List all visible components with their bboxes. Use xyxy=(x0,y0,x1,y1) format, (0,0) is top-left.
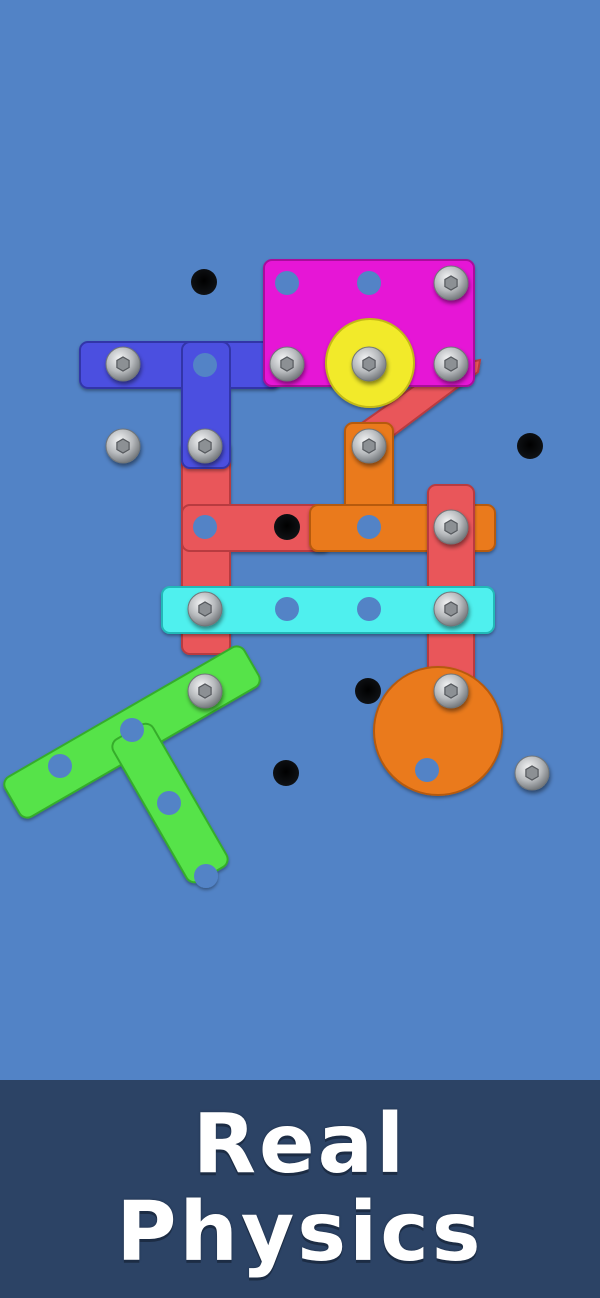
screw-icon[interactable] xyxy=(187,591,223,627)
screw-icon[interactable] xyxy=(433,509,469,545)
board-hole[interactable] xyxy=(274,514,300,540)
screw-icon[interactable] xyxy=(351,428,387,464)
board-hole[interactable] xyxy=(517,433,543,459)
screw-icon[interactable] xyxy=(433,591,469,627)
board-hole[interactable] xyxy=(273,760,299,786)
screw-icon[interactable] xyxy=(514,755,550,791)
caption-banner: Real Physics xyxy=(0,1080,600,1298)
screw-icon[interactable] xyxy=(433,673,469,709)
plate-hole xyxy=(275,597,299,621)
board-hole[interactable] xyxy=(355,678,381,704)
screw-icon[interactable] xyxy=(433,346,469,382)
green-plate[interactable] xyxy=(1,643,263,888)
caption-line-2: Physics xyxy=(116,1185,484,1280)
plate-hole xyxy=(357,597,381,621)
screw-icon[interactable] xyxy=(351,346,387,382)
screw-icon[interactable] xyxy=(187,673,223,709)
caption-line-1: Real xyxy=(192,1097,408,1192)
plate-hole xyxy=(275,271,299,295)
plate-hole xyxy=(357,271,381,295)
plate-hole xyxy=(193,353,217,377)
screw-icon[interactable] xyxy=(433,265,469,301)
board-hole[interactable] xyxy=(191,269,217,295)
plate-hole xyxy=(157,791,181,815)
plate-hole xyxy=(48,754,72,778)
screw-icon[interactable] xyxy=(105,346,141,382)
plate-hole xyxy=(193,515,217,539)
plate-hole xyxy=(357,515,381,539)
plate-hole xyxy=(194,864,218,888)
screw-icon[interactable] xyxy=(105,428,141,464)
screw-icon[interactable] xyxy=(187,428,223,464)
game-board xyxy=(0,0,600,1080)
screw-icon[interactable] xyxy=(269,346,305,382)
plate-hole xyxy=(415,758,439,782)
plate-hole xyxy=(120,718,144,742)
